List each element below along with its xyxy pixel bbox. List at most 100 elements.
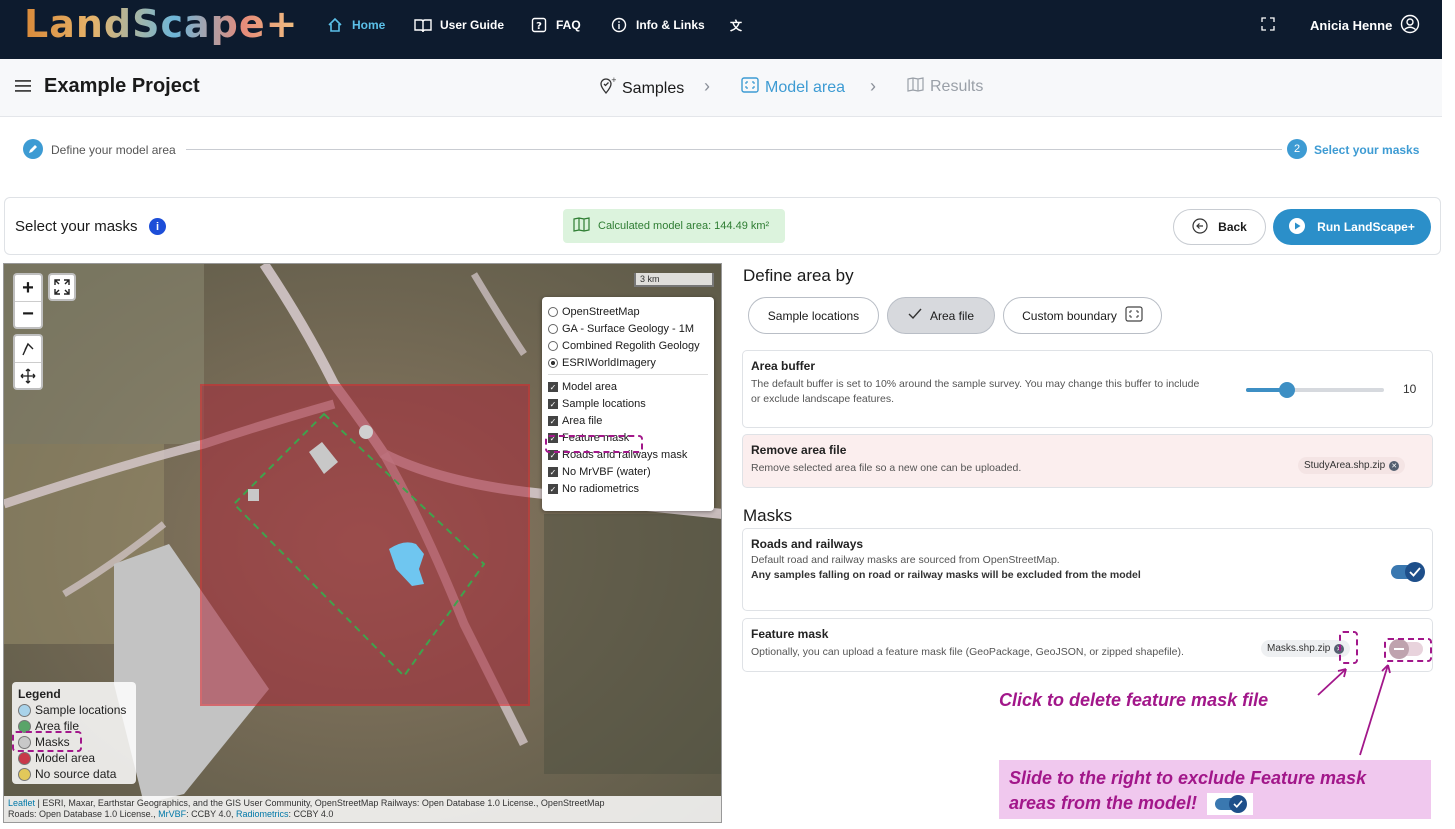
roads-desc: Default road and railway masks are sourc… xyxy=(751,554,1060,566)
toggle-on-icon xyxy=(1405,562,1425,582)
step1-label: Define your model area xyxy=(51,143,176,157)
calculated-area-text: Calculated model area: 144.49 km² xyxy=(598,220,770,232)
zoom-in-button[interactable]: + xyxy=(15,275,41,301)
fullscreen-icon[interactable] xyxy=(1260,16,1276,37)
overlay-option[interactable]: ✓ No radiometrics xyxy=(548,480,708,497)
radio-selected-icon xyxy=(548,357,558,368)
toggle-example xyxy=(1207,792,1254,815)
nav-faq[interactable]: ? FAQ xyxy=(530,16,581,34)
map-icon xyxy=(573,217,590,235)
attribution-text: : CCBY 4.0, xyxy=(186,809,236,819)
checkbox-checked-icon: ✓ xyxy=(548,415,558,426)
zoom-out-button[interactable]: − xyxy=(15,301,41,327)
book-icon xyxy=(414,16,432,34)
nav-user-guide[interactable]: User Guide xyxy=(414,16,504,34)
base-layer-option[interactable]: GA - Surface Geology - 1M xyxy=(548,320,708,337)
roads-mask-card: Roads and railways Default road and rail… xyxy=(742,528,1433,611)
info-icon xyxy=(610,16,628,34)
top-navbar: LandScape+ Home User Guide ? FAQ Info & … xyxy=(0,0,1442,59)
info-icon[interactable]: i xyxy=(149,218,166,235)
area-file-name: StudyArea.shp.zip xyxy=(1304,460,1386,471)
stepper-line xyxy=(186,149,1282,150)
legend-label: No source data xyxy=(35,767,117,781)
overlay-option[interactable]: ✓ Model area xyxy=(548,378,708,395)
radiometrics-link[interactable]: Radiometrics xyxy=(236,809,289,819)
nav-home[interactable]: Home xyxy=(326,16,385,34)
overlay-label: Sample locations xyxy=(562,397,646,410)
delete-hint-annotation: Click to delete feature mask file xyxy=(999,690,1269,710)
slide-hint-line2-row: areas from the model! xyxy=(1009,791,1421,816)
radio-icon xyxy=(548,306,558,317)
overlay-label: No radiometrics xyxy=(562,482,640,495)
leaflet-link[interactable]: Leaflet xyxy=(8,798,35,808)
step-results: Results xyxy=(907,77,983,97)
feature-mask-file-name: Masks.shp.zip xyxy=(1267,643,1331,654)
svg-text:?: ? xyxy=(536,21,542,32)
roads-title: Roads and railways xyxy=(751,537,864,551)
draw-tool-icon[interactable] xyxy=(15,336,41,362)
define-area-heading: Define area by xyxy=(743,266,854,285)
sample-locations-option[interactable]: Sample locations xyxy=(748,297,879,334)
overlay-option[interactable]: ✓ Area file xyxy=(548,412,708,429)
nav-info-links[interactable]: Info & Links xyxy=(610,16,705,34)
step-model-area[interactable]: Model area xyxy=(741,77,845,98)
buffer-slider-handle[interactable] xyxy=(1279,382,1296,398)
step1-done-icon xyxy=(23,139,43,159)
run-landscape-button[interactable]: Run LandScape+ xyxy=(1273,209,1431,245)
step-samples[interactable]: + Samples xyxy=(598,76,685,100)
checkbox-checked-icon: ✓ xyxy=(548,381,558,392)
area-file-option[interactable]: Area file xyxy=(887,297,995,334)
option-label: Sample locations xyxy=(767,308,860,323)
option-label: Custom boundary xyxy=(1022,308,1117,323)
legend-item: No source data xyxy=(18,766,130,782)
step-results-label: Results xyxy=(930,78,984,95)
select-masks-bar: Select your masks i Calculated model are… xyxy=(4,197,1441,255)
checkbox-checked-icon: ✓ xyxy=(548,466,558,477)
translate-button[interactable]: 文 xyxy=(730,16,748,34)
menu-icon[interactable] xyxy=(15,79,31,98)
overlay-label: No MrVBF (water) xyxy=(562,465,651,478)
area-buffer-card: Area buffer The default buffer is set to… xyxy=(742,350,1433,428)
base-layer-option[interactable]: OpenStreetMap xyxy=(548,303,708,320)
base-layer-label: ESRIWorldImagery xyxy=(562,356,656,369)
base-layer-option[interactable]: Combined Regolith Geology xyxy=(548,337,708,354)
remove-area-card: Remove area file Remove selected area fi… xyxy=(742,434,1433,488)
overlay-option[interactable]: ✓ No MrVBF (water) xyxy=(548,463,708,480)
user-name: Anicia Henne xyxy=(1310,18,1393,33)
mask-block xyxy=(248,489,259,501)
app-logo[interactable]: LandScape+ xyxy=(24,2,298,46)
nav-user-guide-label: User Guide xyxy=(440,18,505,32)
back-button[interactable]: Back xyxy=(1173,209,1266,245)
home-icon xyxy=(326,16,344,34)
area-buffer-title: Area buffer xyxy=(751,359,816,373)
map-view[interactable]: + − 3 km OpenStreetMap GA - Surface Geol… xyxy=(3,263,722,823)
radio-icon xyxy=(548,323,558,334)
buffer-slider[interactable] xyxy=(1246,382,1384,398)
zoom-control: + − xyxy=(13,273,43,329)
custom-boundary-option[interactable]: Custom boundary xyxy=(1003,297,1162,334)
masks-heading: Masks xyxy=(743,506,793,525)
sparkle-pin-icon: + xyxy=(598,76,617,100)
expand-icon xyxy=(54,279,70,295)
mrvbf-link[interactable]: MrVBF xyxy=(158,809,186,819)
draw-tools xyxy=(13,334,43,390)
annotation-arrows xyxy=(1317,664,1391,756)
roads-mask-toggle[interactable] xyxy=(1391,562,1425,582)
move-icon[interactable] xyxy=(15,362,41,388)
translate-icon: 文 xyxy=(730,16,748,34)
area-select-icon xyxy=(1125,306,1143,325)
legend-label: Sample locations xyxy=(35,703,127,717)
overlay-option[interactable]: ✓ Sample locations xyxy=(548,395,708,412)
legend-swatch xyxy=(18,767,31,781)
user-menu[interactable]: Anicia Henne xyxy=(1310,14,1420,37)
buffer-value: 10 xyxy=(1403,382,1417,396)
slide-hint-line1: Slide to the right to exclude Feature ma… xyxy=(1009,768,1367,788)
chevron-right-icon: › xyxy=(704,76,710,96)
remove-file-icon[interactable]: ✕ xyxy=(1389,460,1400,471)
mask-block xyxy=(359,425,373,439)
base-layer-option[interactable]: ESRIWorldImagery xyxy=(548,354,708,371)
map-fullscreen-button[interactable] xyxy=(48,273,76,301)
feature-mask-highlight xyxy=(545,435,643,453)
step-samples-label: Samples xyxy=(622,79,685,97)
step2-number: 2 xyxy=(1287,139,1307,159)
